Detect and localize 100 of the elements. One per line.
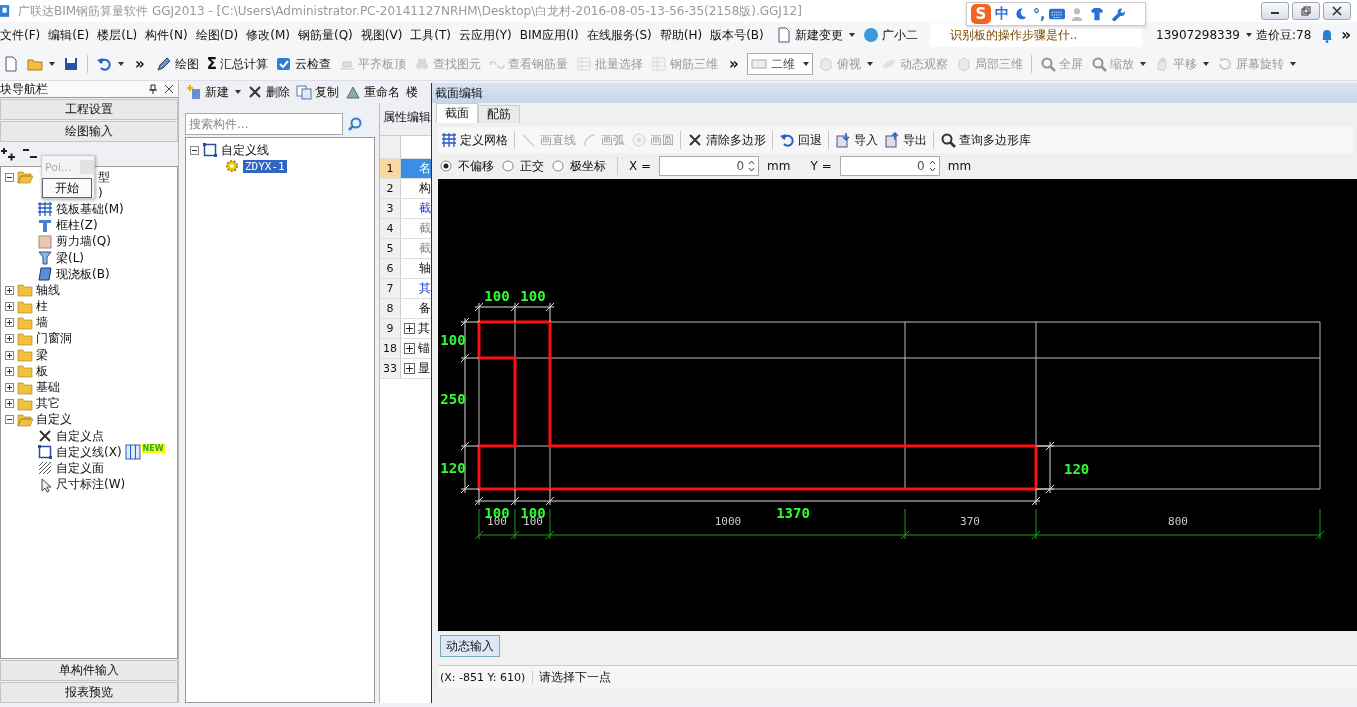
- expand-all-icon[interactable]: [0, 146, 16, 162]
- more-chevron[interactable]: »: [129, 55, 151, 73]
- tree-item[interactable]: 板: [36, 362, 48, 380]
- expand-icon[interactable]: [5, 383, 14, 393]
- menu-item[interactable]: BIM应用(I): [519, 26, 585, 44]
- expand-icon[interactable]: [404, 343, 415, 354]
- menu-item[interactable]: 编辑(E): [48, 26, 96, 44]
- tree-item[interactable]: 其它: [36, 395, 60, 413]
- section-button[interactable]: 工程设置: [0, 99, 178, 120]
- tree-item[interactable]: 尺寸标注(W): [56, 476, 126, 494]
- toolbar-button[interactable]: 清除多边形: [684, 129, 769, 151]
- tree-item[interactable]: 基础: [36, 379, 60, 397]
- section-button[interactable]: 单构件输入: [0, 660, 178, 681]
- tree-item[interactable]: 自定义面: [56, 459, 104, 477]
- toolbar-button[interactable]: 删除: [244, 81, 293, 103]
- component-item[interactable]: ZDYX-1: [243, 159, 287, 173]
- pin-icon[interactable]: [148, 84, 158, 94]
- expand-icon[interactable]: [5, 399, 14, 409]
- expand-icon[interactable]: [5, 302, 14, 312]
- table-cell[interactable]: 其: [401, 279, 431, 298]
- table-cell[interactable]: 备: [401, 299, 431, 318]
- account-menu[interactable]: 13907298339: [1152, 28, 1256, 42]
- toolbar-button[interactable]: 楼: [403, 81, 421, 103]
- menu-item[interactable]: 构件(N): [145, 26, 194, 44]
- more-chevron[interactable]: »: [722, 55, 745, 73]
- expand-icon[interactable]: [5, 318, 14, 328]
- menu-item[interactable]: 云应用(Y): [459, 26, 518, 44]
- tree-item[interactable]: 自定义线: [221, 141, 269, 159]
- properties-tab[interactable]: 属性编辑: [380, 103, 431, 129]
- search-icon[interactable]: [347, 116, 363, 132]
- close-button[interactable]: [1323, 2, 1351, 20]
- search-field[interactable]: 搜索构件...: [185, 113, 343, 135]
- menu-item[interactable]: 视图(V): [360, 26, 409, 44]
- tree-item[interactable]: 梁(L): [56, 249, 85, 267]
- collapse-icon[interactable]: [190, 145, 199, 155]
- more-chevron[interactable]: »: [1335, 26, 1357, 44]
- tree-item[interactable]: 剪力墙(Q): [56, 233, 111, 251]
- menu-item[interactable]: 绘图(D): [195, 26, 245, 44]
- tree-item[interactable]: 墙: [36, 314, 48, 332]
- restore-button[interactable]: [1292, 2, 1320, 20]
- toolbar-button[interactable]: 导出: [881, 129, 930, 151]
- toolbar-button[interactable]: 新建: [183, 81, 244, 103]
- menu-item[interactable]: 楼层(L): [97, 26, 144, 44]
- expand-icon[interactable]: [404, 323, 415, 334]
- tree-item[interactable]: 梁: [36, 346, 48, 364]
- view-select[interactable]: 二维: [746, 53, 813, 75]
- table-cell[interactable]: 构: [401, 179, 431, 198]
- new-change-button[interactable]: 新建变更: [771, 26, 859, 44]
- toolbar-button[interactable]: 云检查: [272, 53, 334, 75]
- tree-item[interactable]: 现浇板(B): [56, 265, 110, 283]
- table-cell[interactable]: 显: [401, 359, 431, 378]
- menu-item[interactable]: 文件(F): [0, 26, 47, 44]
- toolbar-button[interactable]: 重命名: [342, 81, 403, 103]
- expand-icon[interactable]: [5, 285, 14, 295]
- radio-option[interactable]: 极坐标: [552, 157, 606, 175]
- expand-icon[interactable]: [404, 363, 415, 374]
- start-button[interactable]: 开始: [42, 178, 92, 198]
- close-icon[interactable]: [164, 84, 174, 94]
- toolbar-button[interactable]: 绘图: [152, 53, 202, 75]
- wrench-icon[interactable]: [1109, 7, 1126, 21]
- radio-option[interactable]: 不偏移: [440, 157, 494, 175]
- tree-item[interactable]: 轴线: [36, 281, 60, 299]
- table-cell[interactable]: 锚: [401, 339, 431, 358]
- section-button[interactable]: 报表预览: [0, 682, 178, 703]
- menu-item[interactable]: 工具(T): [410, 26, 458, 44]
- toolbar-button[interactable]: 复制: [293, 81, 342, 103]
- tree-item[interactable]: 框柱(Z): [56, 217, 98, 235]
- assistant-button[interactable]: 广小二: [858, 26, 922, 44]
- menu-item[interactable]: 版本号(B): [710, 26, 770, 44]
- ime-language[interactable]: 中: [995, 5, 1009, 23]
- tree-item[interactable]: 门窗洞: [36, 330, 72, 348]
- shirt-icon[interactable]: [1089, 7, 1106, 21]
- tab[interactable]: 截面: [436, 103, 478, 123]
- toolbar-button[interactable]: 导入: [832, 129, 881, 151]
- expand-icon[interactable]: [5, 350, 14, 360]
- toolbar-button[interactable]: 查询多边形库: [937, 129, 1034, 151]
- toolbar-button[interactable]: 定义网格: [438, 129, 511, 151]
- radio-option[interactable]: 正交: [502, 157, 544, 175]
- tree-item[interactable]: 筏板基础(M): [56, 200, 124, 218]
- tree-item[interactable]: 自定义线(X): [56, 443, 122, 461]
- tree-item[interactable]: 自定义点: [56, 427, 104, 445]
- menu-item[interactable]: 修改(M): [246, 26, 296, 44]
- number-field[interactable]: 0: [659, 156, 760, 176]
- table-cell[interactable]: 截: [401, 199, 431, 218]
- table-cell[interactable]: 轴: [401, 259, 431, 278]
- dynamic-input-button[interactable]: 动态输入: [440, 635, 500, 657]
- expand-icon[interactable]: [5, 366, 14, 376]
- tab[interactable]: 配筋: [478, 105, 520, 123]
- collapse-icon[interactable]: [5, 415, 14, 425]
- collapse-icon[interactable]: [5, 172, 14, 182]
- minimize-button[interactable]: [1261, 2, 1289, 20]
- table-cell[interactable]: 截: [401, 239, 431, 258]
- section-button[interactable]: 绘图输入: [0, 121, 178, 142]
- menu-item[interactable]: 帮助(H): [659, 26, 709, 44]
- toolbar-button[interactable]: Σ 汇总计算: [203, 53, 271, 75]
- tree-item[interactable]: 自定义: [36, 411, 72, 429]
- menu-item[interactable]: 在线服务(S): [586, 26, 658, 44]
- number-field[interactable]: 0: [839, 156, 940, 176]
- expand-icon[interactable]: [5, 334, 14, 344]
- ime-punctuation[interactable]: °,: [1033, 6, 1046, 22]
